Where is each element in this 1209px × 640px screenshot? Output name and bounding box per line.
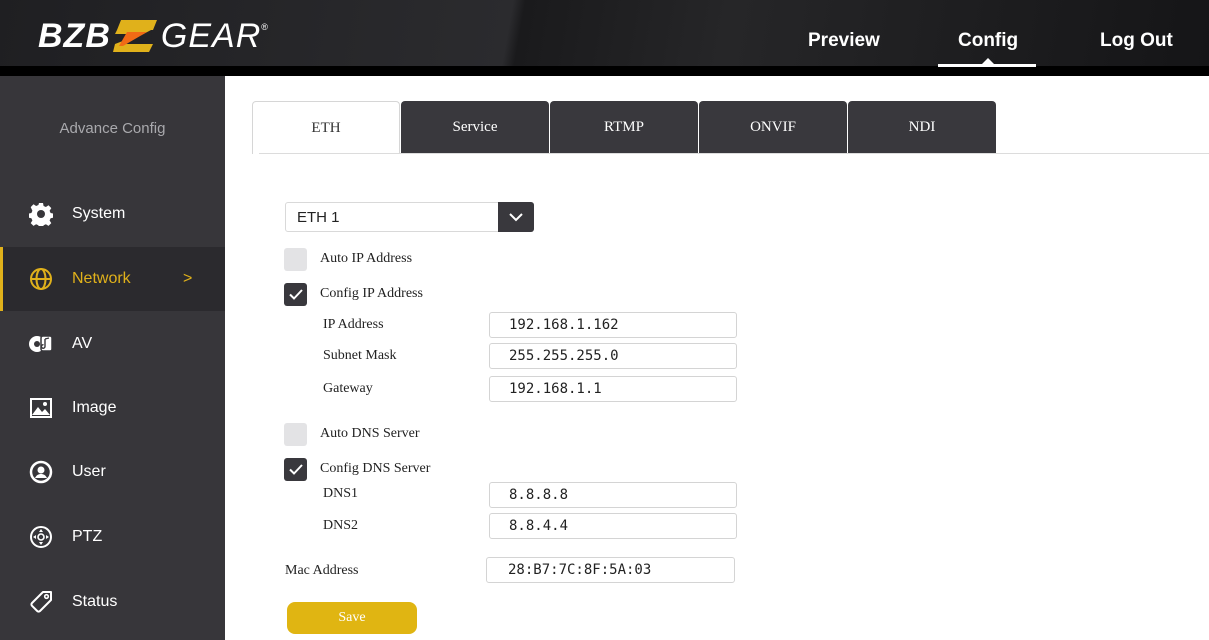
sidebar: Advance Config System Network > AV Image… [0,76,225,640]
chevron-down-icon[interactable] [498,202,534,232]
sidebar-item-label: User [72,463,106,480]
mac-address-label: Mac Address [285,563,359,578]
sidebar-item-label: System [72,205,126,222]
eth-port-selected-value: ETH 1 [297,209,340,226]
dns2-label: DNS2 [323,518,359,533]
logo-registered-mark: ® [261,22,268,32]
ip-address-label: IP Address [323,317,384,332]
config-tabs: ETH Service RTMP ONVIF NDI [252,101,997,154]
sidebar-item-ptz[interactable]: PTZ [0,505,225,569]
user-icon [28,459,54,485]
eth-port-select[interactable]: ETH 1 [285,202,534,232]
auto-dns-label: Auto DNS Server [320,426,420,441]
nav-logout[interactable]: Log Out [1100,30,1173,52]
av-icon [28,331,54,357]
sidebar-item-network[interactable]: Network > [0,247,225,311]
sidebar-item-label: PTZ [72,528,103,545]
header-divider [0,66,1209,76]
checkmark-icon [288,289,303,300]
gateway-label: Gateway [323,381,373,396]
save-button[interactable]: Save [287,602,417,634]
sidebar-item-av[interactable]: AV [0,312,225,376]
config-dns-label: Config DNS Server [320,461,431,476]
mac-address-input[interactable] [486,557,735,583]
logo-mark-icon [112,20,157,52]
tab-service[interactable]: Service [401,101,549,154]
dns1-label: DNS1 [323,486,359,501]
tab-ndi[interactable]: NDI [848,101,996,154]
subnet-mask-input[interactable] [489,343,737,369]
tab-onvif[interactable]: ONVIF [699,101,847,154]
image-icon [28,395,54,421]
sidebar-item-user[interactable]: User [0,440,225,504]
config-ip-checkbox[interactable] [284,283,307,306]
sidebar-item-image[interactable]: Image [0,376,225,440]
tab-eth[interactable]: ETH [252,101,400,154]
globe-icon [28,266,54,292]
nav-preview[interactable]: Preview [808,30,880,52]
nav-config[interactable]: Config [958,30,1018,52]
sidebar-item-status[interactable]: Status [0,570,225,634]
dns2-input[interactable] [489,513,737,539]
config-dns-checkbox[interactable] [284,458,307,481]
tab-rtmp[interactable]: RTMP [550,101,698,154]
auto-ip-label: Auto IP Address [320,251,413,266]
gear-icon [28,201,54,227]
sidebar-item-label: Network [72,270,131,287]
nav-active-underline [938,64,1036,67]
sidebar-item-system[interactable]: System [0,182,225,246]
gateway-input[interactable] [489,376,737,402]
tag-icon [28,589,54,615]
tabs-divider [259,153,1209,154]
dns1-input[interactable] [489,482,737,508]
ptz-icon [28,524,54,550]
auto-dns-checkbox[interactable] [284,423,307,446]
top-header: BZB GEAR ® Preview Config Log Out [0,0,1209,76]
sidebar-item-label: AV [72,335,93,352]
sidebar-heading: Advance Config [59,120,166,137]
sidebar-item-label: Status [72,593,118,610]
config-ip-label: Config IP Address [320,286,423,301]
subnet-mask-label: Subnet Mask [323,348,397,363]
logo-text-right: GEAR [160,16,262,55]
sidebar-item-label: Image [72,399,117,416]
ip-address-input[interactable] [489,312,737,338]
brand-logo: BZB GEAR ® [38,16,268,56]
logo-text-left: BZB [38,16,111,55]
checkmark-icon [288,464,303,475]
nav-active-caret-icon [982,58,994,64]
chevron-right-icon: > [183,270,193,287]
auto-ip-checkbox[interactable] [284,248,307,271]
